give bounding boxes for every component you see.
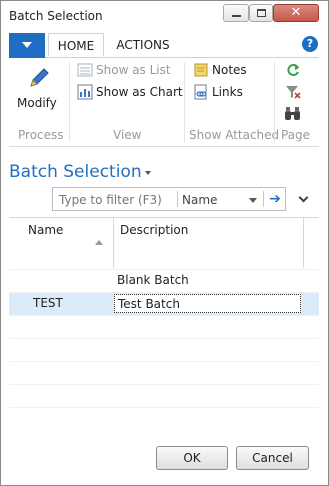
close-button[interactable]: ✕ <box>273 4 319 22</box>
ribbon-tab-strip: HOME ACTIONS ? <box>9 33 319 58</box>
title-bar: Batch Selection ✕ <box>1 1 328 31</box>
cancel-button[interactable]: Cancel <box>236 446 309 470</box>
table-row <box>9 407 319 430</box>
group-label-show-attached: Show Attached <box>189 128 280 142</box>
application-menu-button[interactable] <box>9 33 45 58</box>
refresh-icon[interactable] <box>285 62 301 78</box>
modify-button[interactable]: Modify <box>13 64 63 120</box>
table-row <box>9 384 319 407</box>
ribbon: Modify Process Show as List Show as Char… <box>9 58 319 147</box>
batch-selection-window: Batch Selection ✕ HOME ACTIONS ? Modify … <box>0 0 329 486</box>
maximize-icon <box>257 9 266 17</box>
minimize-button[interactable] <box>223 4 249 22</box>
group-label-page: Page <box>281 128 311 142</box>
table-row <box>9 361 319 384</box>
close-icon: ✕ <box>290 5 302 20</box>
sort-ascending-icon <box>95 240 103 245</box>
note-icon <box>194 63 208 77</box>
tab-home[interactable]: HOME <box>48 33 104 57</box>
help-icon[interactable]: ? <box>302 36 318 52</box>
find-icon[interactable] <box>284 106 302 122</box>
batch-list: Name Description Blank Batch TEST Test B… <box>9 217 319 444</box>
column-header-description[interactable]: Description <box>114 218 304 268</box>
table-row[interactable]: TEST Test Batch <box>9 292 319 315</box>
chevron-down-icon[interactable] <box>145 171 151 175</box>
maximize-button[interactable] <box>249 4 273 22</box>
clear-filter-icon[interactable] <box>285 84 301 100</box>
link-icon <box>194 84 207 100</box>
column-header-name[interactable]: Name <box>9 218 114 268</box>
group-label-view: View <box>113 128 142 142</box>
table-row[interactable]: Blank Batch <box>9 269 319 292</box>
modify-label: Modify <box>17 96 57 110</box>
chevron-down-icon[interactable] <box>249 198 257 203</box>
show-as-list-label: Show as List <box>96 63 171 77</box>
arrow-right-icon[interactable]: ➔ <box>266 190 284 208</box>
links-label: Links <box>212 85 243 99</box>
show-as-chart-label: Show as Chart <box>96 85 183 99</box>
group-divider <box>274 62 275 142</box>
cell-description: Test Batch <box>118 297 180 311</box>
tab-actions[interactable]: ACTIONS <box>110 33 176 57</box>
collapse-chevron-icon[interactable] <box>298 192 309 203</box>
minimize-icon <box>232 15 241 17</box>
table-row <box>9 315 319 338</box>
cell-description: Blank Batch <box>117 273 189 287</box>
filter-bar: Type to filter (F3) Name ➔ <box>52 187 286 211</box>
cell-description-editor[interactable]: Test Batch <box>114 294 301 313</box>
filter-input[interactable]: Type to filter (F3) <box>59 193 162 207</box>
group-label-process: Process <box>18 128 64 142</box>
cell-name: TEST <box>33 296 63 310</box>
chevron-down-icon <box>22 42 32 48</box>
group-divider <box>69 62 70 142</box>
column-header-label: Description <box>120 223 189 237</box>
window-title: Batch Selection <box>9 9 103 23</box>
ok-button[interactable]: OK <box>156 446 228 470</box>
notes-label: Notes <box>212 63 247 77</box>
filter-field-select[interactable]: Name <box>182 193 217 207</box>
page-title: Batch Selection <box>9 162 142 182</box>
column-header-label: Name <box>28 223 64 237</box>
table-row <box>9 338 319 361</box>
filter-divider <box>263 191 264 207</box>
filter-divider <box>177 191 178 207</box>
group-divider <box>184 62 185 142</box>
chart-icon <box>77 84 93 100</box>
list-icon <box>77 63 93 77</box>
pencil-icon <box>30 68 49 87</box>
